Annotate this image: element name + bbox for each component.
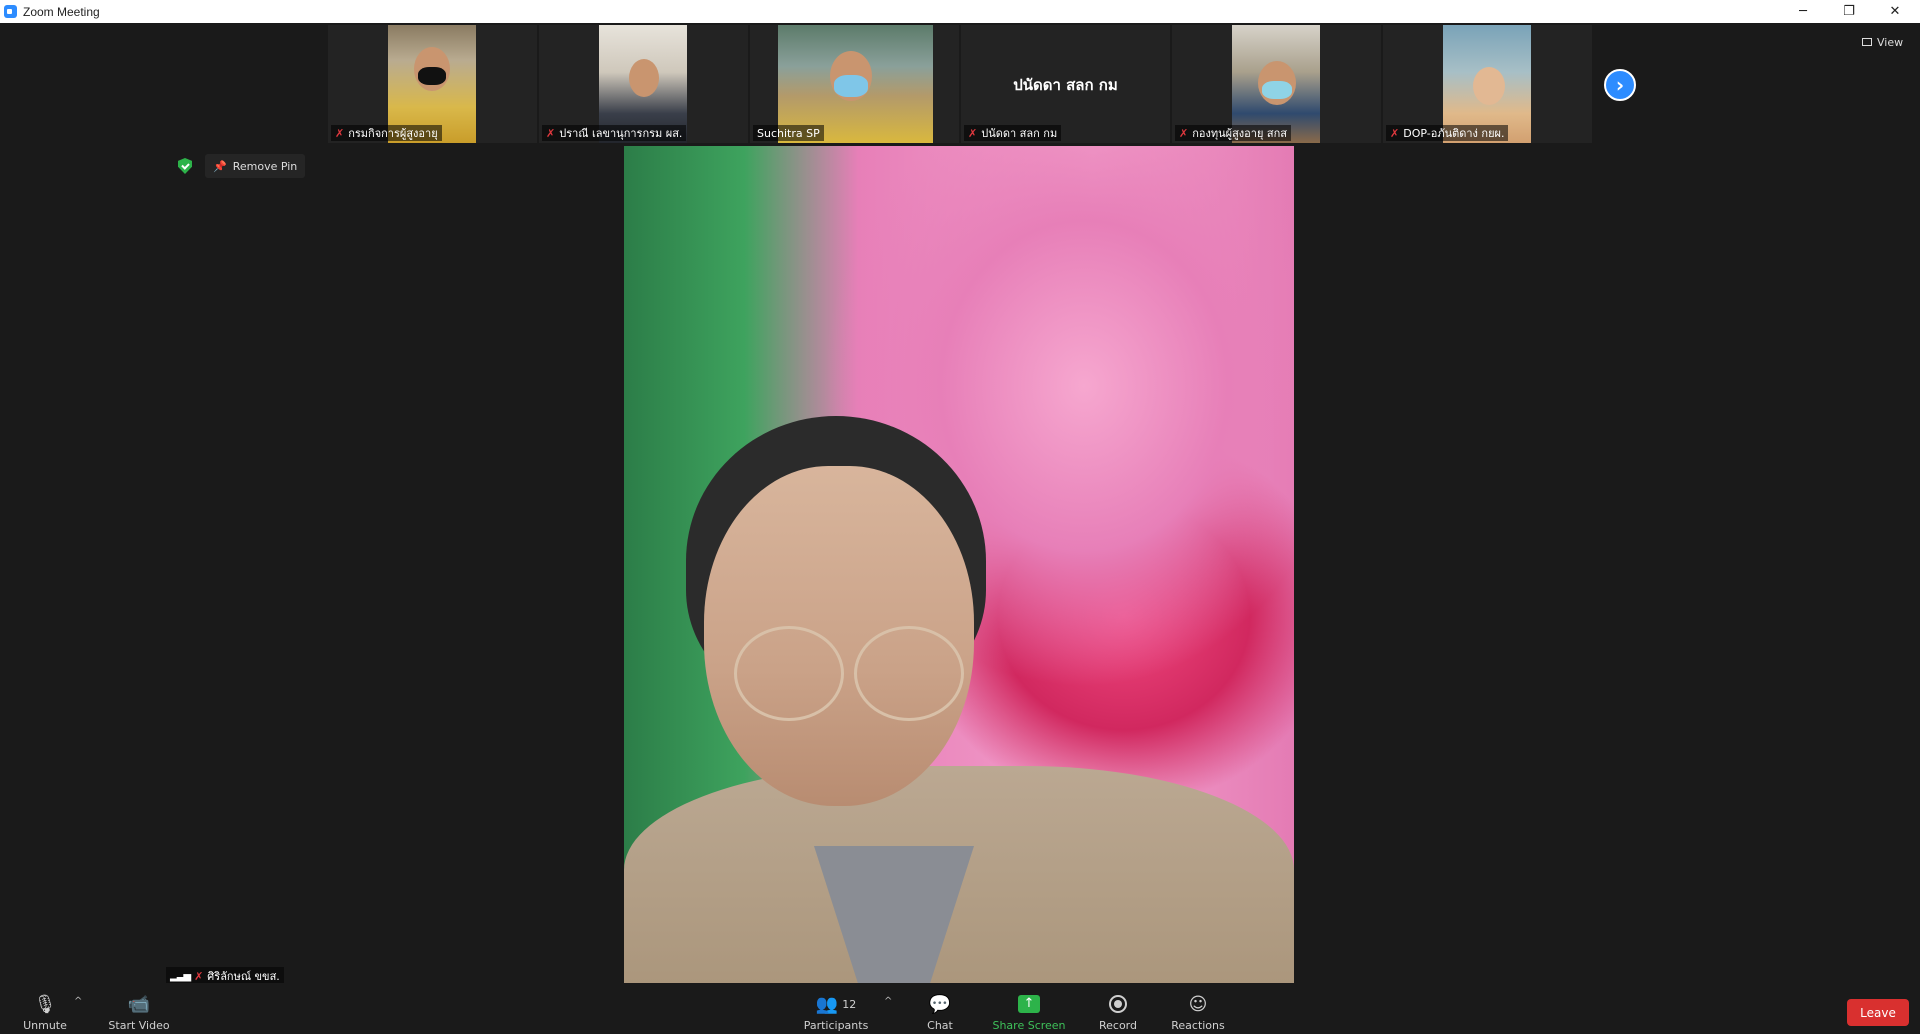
mic-off-icon: ✗ [546,126,556,140]
meeting-stage: ✗ กรมกิจการผู้สูงอายุ ✗ ปราณี เลขานุการก… [0,23,1920,985]
record-button[interactable]: Record [1094,983,1142,1034]
participant-name-tag: ✗ กองทุนผู้สูงอายุ สกส [1175,125,1291,141]
meeting-toolbar: 🎙 Unmute ^ 📹 Start Video 👥 12 Participan… [0,983,1920,1034]
participant-name-tag: ✗ ปนัดดา สลก กม [964,125,1062,141]
start-video-button[interactable]: 📹 Start Video [104,983,174,1034]
share-screen-icon: ↑ [1018,995,1040,1013]
participant-tile[interactable]: Suchitra SP [750,25,959,143]
chat-button[interactable]: 💬 Chat [920,983,960,1034]
unmute-button[interactable]: 🎙 Unmute [20,983,70,1034]
participant-name-tag: Suchitra SP [753,125,824,141]
zoom-app-icon [4,5,17,18]
participants-icon: 👥 [815,993,839,1015]
video-off-icon: 📹 [127,993,151,1015]
chat-icon: 💬 [928,993,952,1015]
participants-options-caret[interactable]: ^ [884,996,892,1007]
chevron-right-icon[interactable]: › [1604,69,1636,101]
reactions-button[interactable]: ☺ Reactions [1168,983,1228,1034]
participant-name-tag: ✗ ปราณี เลขานุการกรม ผส. [542,125,687,141]
participant-tile[interactable]: ปนัดดา สลก กม ✗ ปนัดดา สลก กม [961,25,1170,143]
mic-off-icon: 🎙 [33,993,57,1015]
record-icon [1109,995,1127,1013]
minimize-button[interactable]: ─ [1780,0,1826,23]
participant-name-tag: ✗ DOP-อภันติดาง่ กยผ. [1386,125,1509,141]
participant-strip: ✗ กรมกิจการผู้สูงอายุ ✗ ปราณี เลขานุการก… [328,25,1594,143]
close-button[interactable]: ✕ [1872,0,1918,23]
mic-off-icon: ✗ [1179,126,1189,140]
title-bar: Zoom Meeting ─ ❐ ✕ [0,0,1920,23]
leave-button[interactable]: Leave [1847,999,1909,1026]
participants-count: 12 [842,997,857,1011]
participants-button[interactable]: 👥 12 Participants [796,983,876,1034]
mic-off-icon: ✗ [335,126,345,140]
participant-tile[interactable]: ✗ กรมกิจการผู้สูงอายุ [328,25,537,143]
audio-options-caret[interactable]: ^ [74,996,82,1007]
view-button[interactable]: View [1856,31,1909,53]
participant-center-name: ปนัดดา สลก กม [1013,76,1118,94]
mic-off-icon: ✗ [968,126,978,140]
pinned-video[interactable] [624,146,1294,985]
share-screen-button[interactable]: ↑ Share Screen [990,983,1068,1034]
pin-icon: 📌 [213,159,227,173]
participant-tile[interactable]: ✗ DOP-อภันติดาง่ กยผ. [1383,25,1592,143]
window-title: Zoom Meeting [23,4,100,19]
participant-tile[interactable]: ✗ กองทุนผู้สูงอายุ สกส [1172,25,1381,143]
signal-strength-icon: ▂▃▅ [170,970,191,982]
reactions-icon: ☺ [1188,993,1208,1015]
mic-off-icon: ✗ [194,969,204,983]
restore-button[interactable]: ❐ [1826,0,1872,23]
participant-name-tag: ✗ กรมกิจการผู้สูงอายุ [331,125,442,141]
grid-view-icon [1862,38,1872,46]
remove-pin-button[interactable]: 📌 Remove Pin [205,154,306,178]
shield-icon[interactable] [178,158,192,174]
participant-tile[interactable]: ✗ ปราณี เลขานุการกรม ผส. [539,25,748,143]
mic-off-icon: ✗ [1390,126,1400,140]
